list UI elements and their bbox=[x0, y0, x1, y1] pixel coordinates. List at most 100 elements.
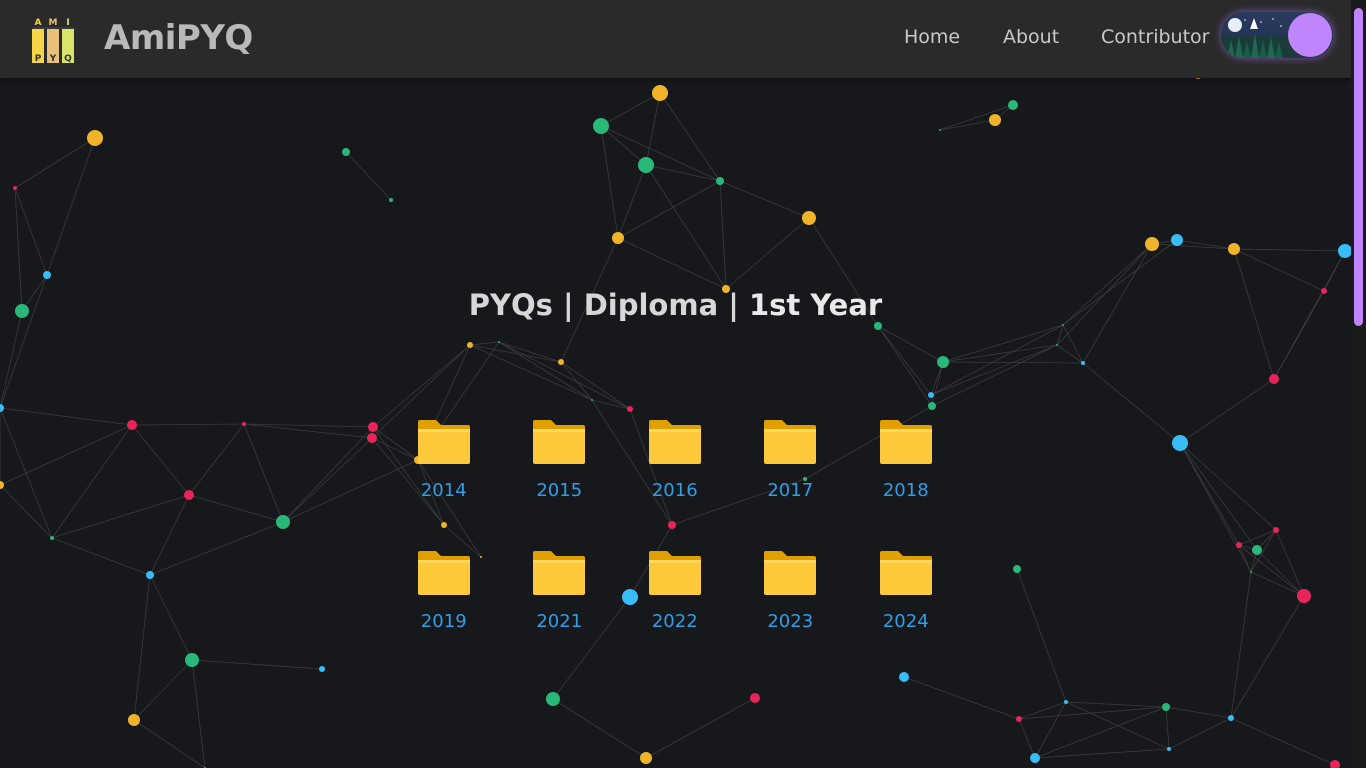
particle-dot bbox=[319, 666, 325, 672]
particle-link bbox=[1168, 717, 1232, 750]
particle-dot bbox=[0, 481, 4, 489]
page-scrollbar[interactable] bbox=[1351, 0, 1366, 768]
scrollbar-thumb[interactable] bbox=[1354, 8, 1363, 326]
logo-letter-y: Y bbox=[49, 54, 57, 64]
particle-link bbox=[243, 423, 373, 439]
particle-dot bbox=[989, 114, 1001, 126]
folder-label[interactable]: 2016 bbox=[652, 480, 698, 501]
particle-link bbox=[1165, 706, 1170, 750]
particle-dot bbox=[1297, 589, 1311, 603]
year-folder-7[interactable]: 2022 bbox=[617, 549, 733, 632]
year-folder-0[interactable]: 2014 bbox=[386, 418, 502, 501]
particle-dot bbox=[467, 342, 473, 348]
particle-link bbox=[345, 151, 392, 201]
particle-dot bbox=[716, 177, 724, 185]
folder-label[interactable]: 2018 bbox=[883, 480, 929, 501]
particle-dot bbox=[1145, 237, 1159, 251]
particle-dot bbox=[640, 752, 652, 764]
year-folder-1[interactable]: 2015 bbox=[502, 418, 618, 501]
brand-name[interactable]: AmiPYQ bbox=[104, 18, 253, 58]
particle-background bbox=[0, 69, 1352, 768]
particle-dot bbox=[0, 404, 4, 412]
toggle-knob[interactable] bbox=[1288, 13, 1332, 57]
particle-link bbox=[719, 180, 810, 219]
year-folder-5[interactable]: 2019 bbox=[386, 549, 502, 632]
folder-icon bbox=[533, 551, 586, 595]
particle-dot bbox=[1008, 100, 1018, 110]
folder-icon bbox=[648, 551, 701, 595]
particle-link bbox=[1016, 568, 1067, 703]
particle-link bbox=[1179, 442, 1277, 531]
logo-letter-i: I bbox=[66, 18, 69, 28]
particle-dot bbox=[874, 322, 882, 330]
particle-link bbox=[1018, 706, 1167, 720]
folder-label[interactable]: 2015 bbox=[536, 480, 582, 501]
particle-link bbox=[552, 698, 647, 759]
folder-label[interactable]: 2014 bbox=[421, 480, 467, 501]
folder-icon bbox=[417, 420, 470, 464]
nav-home-link[interactable]: Home bbox=[904, 26, 960, 48]
particle-link bbox=[498, 341, 593, 401]
particle-dot bbox=[1013, 565, 1021, 573]
particle-link bbox=[51, 537, 151, 576]
year-folder-2[interactable]: 2016 bbox=[617, 418, 733, 501]
particle-dot bbox=[638, 157, 654, 173]
folder-icon bbox=[417, 551, 470, 595]
particle-dot bbox=[368, 422, 378, 432]
folder-label[interactable]: 2021 bbox=[536, 611, 582, 632]
nav-about-link[interactable]: About bbox=[1003, 26, 1059, 48]
particle-dot bbox=[146, 571, 154, 579]
folder-label[interactable]: 2024 bbox=[883, 611, 929, 632]
particle-link bbox=[725, 217, 810, 290]
particle-dot bbox=[1228, 715, 1234, 721]
particle-dot bbox=[184, 490, 194, 500]
particle-link bbox=[939, 119, 996, 131]
particle-link bbox=[645, 697, 756, 759]
nav-contributor-link[interactable]: Contributor bbox=[1101, 26, 1209, 48]
year-folder-9[interactable]: 2024 bbox=[848, 549, 964, 632]
particle-link bbox=[600, 125, 619, 239]
particle-link bbox=[617, 164, 647, 239]
particle-link bbox=[149, 574, 193, 661]
particle-dot bbox=[498, 341, 500, 343]
particle-dot bbox=[242, 422, 246, 426]
particle-dot bbox=[546, 692, 560, 706]
particle-dot bbox=[750, 693, 760, 703]
folder-label[interactable]: 2017 bbox=[767, 480, 813, 501]
particle-link bbox=[1065, 701, 1170, 750]
year-folder-3[interactable]: 2017 bbox=[733, 418, 849, 501]
particle-link bbox=[1230, 571, 1252, 719]
particle-link bbox=[645, 164, 721, 182]
particle-dot bbox=[1236, 542, 1242, 548]
year-folder-6[interactable]: 2021 bbox=[502, 549, 618, 632]
particle-link bbox=[931, 361, 944, 407]
particle-link bbox=[591, 399, 631, 410]
particle-dot bbox=[1171, 234, 1183, 246]
theme-toggle[interactable] bbox=[1221, 12, 1333, 58]
particle-link bbox=[560, 361, 593, 401]
particle-link bbox=[469, 344, 593, 401]
particle-link bbox=[600, 125, 647, 166]
folder-label[interactable]: 2023 bbox=[767, 611, 813, 632]
particle-link bbox=[1230, 595, 1305, 719]
logo-letter-a: A bbox=[35, 18, 42, 28]
particle-dot bbox=[1228, 243, 1240, 255]
amipyq-logo[interactable]: A M I P Y Q bbox=[30, 15, 76, 65]
heading-year: 1st Year bbox=[748, 288, 883, 322]
particle-dot bbox=[1172, 435, 1188, 451]
particle-link bbox=[1151, 243, 1235, 250]
folder-label[interactable]: 2019 bbox=[421, 611, 467, 632]
particle-link bbox=[0, 424, 133, 486]
particle-link bbox=[930, 344, 1058, 396]
page-heading: PYQs | Diploma | 1st Year bbox=[0, 288, 1351, 322]
logo-letter-m: M bbox=[49, 18, 58, 28]
year-folder-4[interactable]: 2018 bbox=[848, 418, 964, 501]
year-folder-8[interactable]: 2023 bbox=[733, 549, 849, 632]
particle-dot bbox=[13, 186, 17, 190]
particle-dot bbox=[928, 392, 934, 398]
particle-link bbox=[1062, 324, 1084, 364]
particle-link bbox=[131, 424, 190, 496]
folder-label[interactable]: 2022 bbox=[652, 611, 698, 632]
particle-link bbox=[149, 521, 284, 576]
particle-link bbox=[282, 426, 374, 523]
